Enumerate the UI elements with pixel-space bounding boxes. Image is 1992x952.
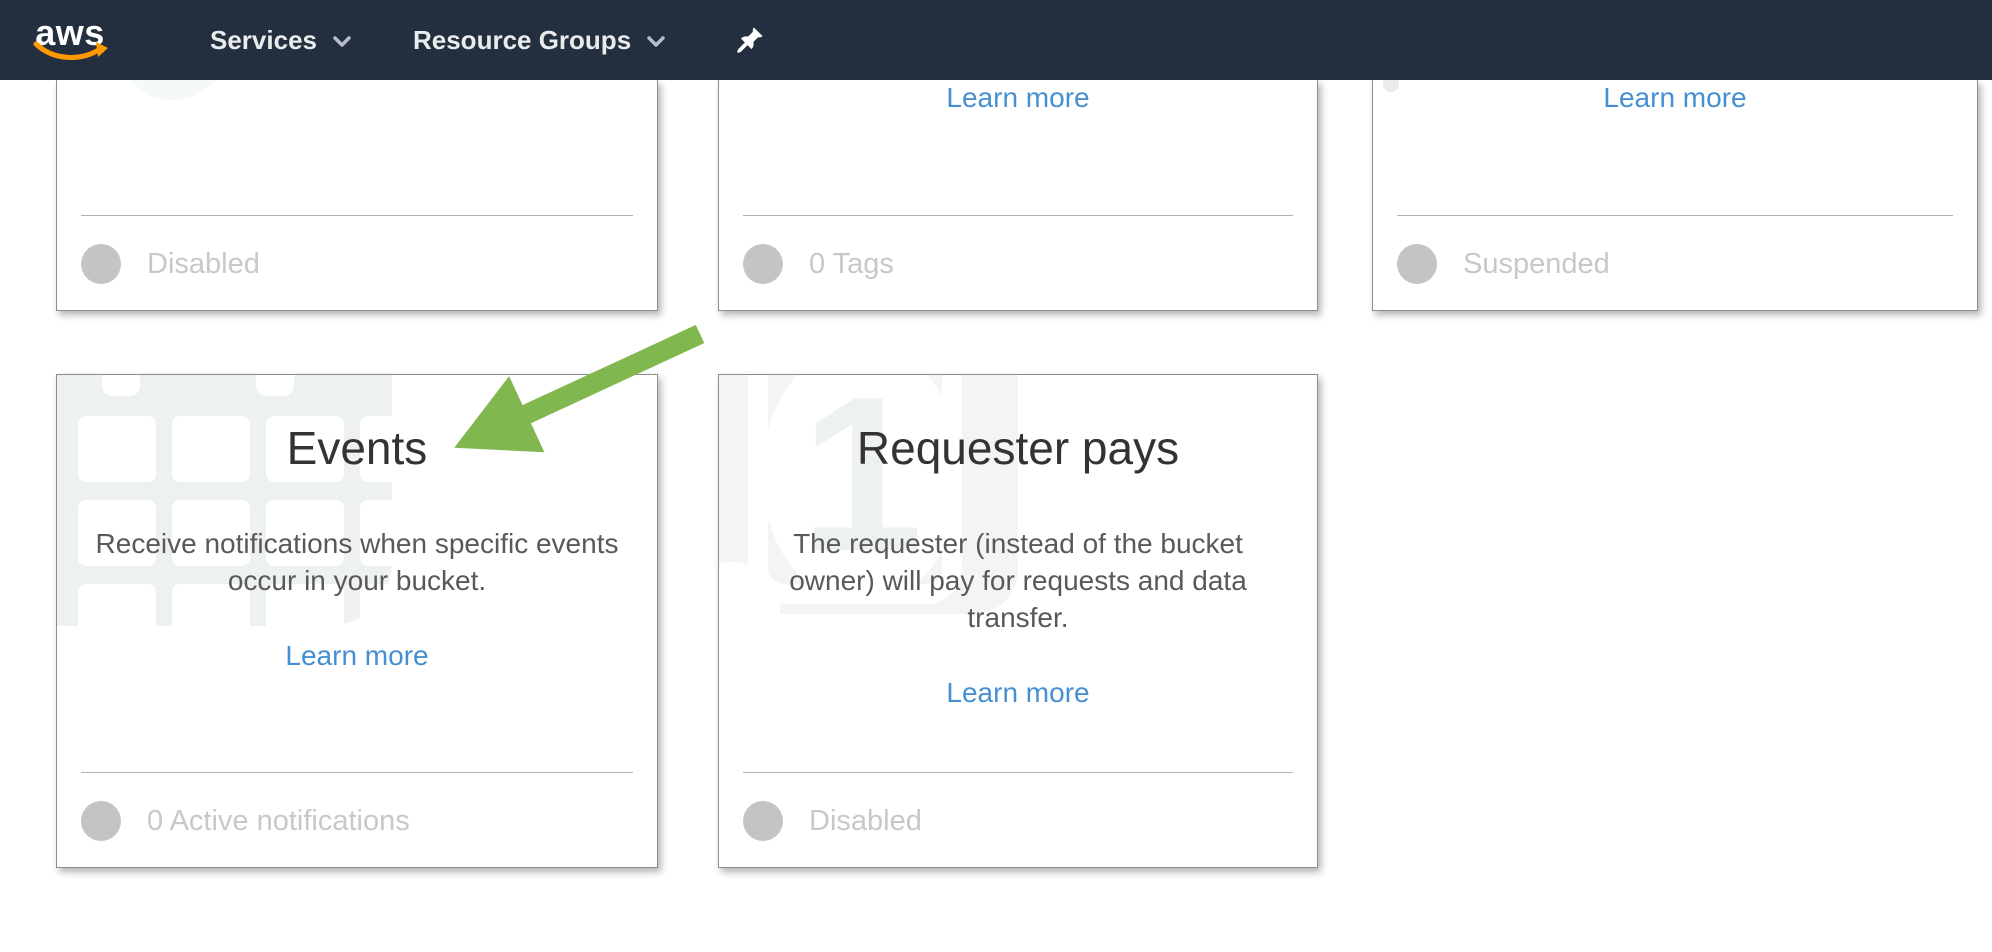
card-title: Requester pays bbox=[743, 421, 1293, 475]
status-indicator-dot bbox=[743, 801, 783, 841]
card-top-left[interactable]: Disabled bbox=[56, 80, 658, 311]
learn-more-link[interactable]: Learn more bbox=[1397, 83, 1953, 113]
learn-more-link[interactable]: Learn more bbox=[743, 83, 1293, 113]
resource-groups-label: Resource Groups bbox=[413, 25, 631, 56]
status-text: Disabled bbox=[809, 805, 922, 838]
status-indicator-dot bbox=[743, 244, 783, 284]
pushpin-icon[interactable] bbox=[735, 25, 765, 55]
status-indicator-dot bbox=[81, 801, 121, 841]
status-text: 0 Tags bbox=[809, 248, 894, 281]
card-description: The requester (instead of the bucket own… bbox=[764, 525, 1272, 636]
aws-smile-icon bbox=[30, 41, 110, 63]
card-footer: Disabled bbox=[81, 215, 633, 310]
divider bbox=[743, 772, 1293, 773]
nav-item-services[interactable]: Services bbox=[210, 25, 351, 56]
card-events[interactable]: Events Receive notifications when specif… bbox=[56, 374, 658, 868]
status-row: 0 Active notifications bbox=[81, 801, 633, 841]
card-top-right[interactable]: Learn more Suspended bbox=[1372, 80, 1978, 311]
divider bbox=[743, 215, 1293, 216]
status-row: 0 Tags bbox=[743, 244, 1293, 284]
top-navbar: aws Services Resource Groups bbox=[0, 0, 1992, 80]
status-row: Disabled bbox=[743, 801, 1293, 841]
learn-more-link[interactable]: Learn more bbox=[743, 678, 1293, 708]
card-footer: Suspended bbox=[1397, 215, 1953, 310]
learn-more-link[interactable]: Learn more bbox=[81, 641, 633, 671]
status-row: Suspended bbox=[1397, 244, 1953, 284]
status-text: Disabled bbox=[147, 248, 260, 281]
status-row: Disabled bbox=[81, 244, 633, 284]
chevron-down-icon bbox=[333, 36, 351, 48]
divider bbox=[81, 215, 633, 216]
card-footer: Disabled bbox=[743, 772, 1293, 867]
card-title: Events bbox=[81, 421, 633, 475]
divider bbox=[1397, 215, 1953, 216]
status-text: 0 Active notifications bbox=[147, 805, 410, 838]
partial-icon-remnant bbox=[117, 80, 229, 100]
card-top-middle[interactable]: Learn more 0 Tags bbox=[718, 80, 1318, 311]
divider bbox=[81, 772, 633, 773]
status-text: Suspended bbox=[1463, 248, 1610, 281]
card-footer: 0 Tags bbox=[743, 215, 1293, 310]
card-footer: 0 Active notifications bbox=[81, 772, 633, 867]
nav-item-resource-groups[interactable]: Resource Groups bbox=[413, 25, 665, 56]
status-indicator-dot bbox=[81, 244, 121, 284]
card-requester-pays[interactable]: 1 Requester pays The requester (instead … bbox=[718, 374, 1318, 868]
aws-logo[interactable]: aws bbox=[30, 17, 110, 63]
services-label: Services bbox=[210, 25, 317, 56]
status-indicator-dot bbox=[1397, 244, 1437, 284]
card-description: Receive notifications when specific even… bbox=[81, 525, 633, 599]
chevron-down-icon bbox=[647, 36, 665, 48]
